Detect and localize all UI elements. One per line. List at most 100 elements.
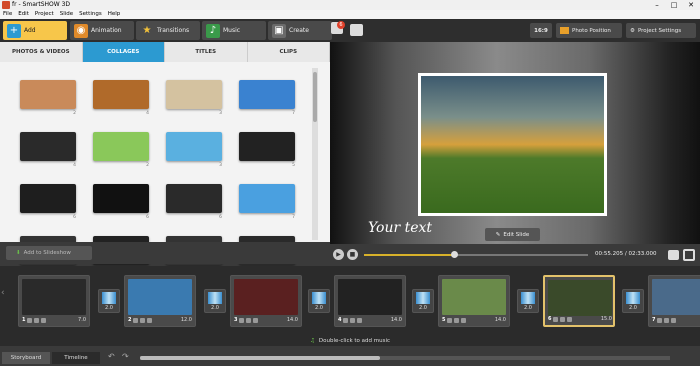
add-to-slideshow-button[interactable]: ⬇ Add to Slideshow — [6, 246, 92, 260]
sound-icon[interactable] — [357, 317, 363, 323]
slide-number: 5 — [442, 317, 446, 323]
camera-icon[interactable] — [668, 250, 679, 260]
caption-text[interactable]: Your text — [368, 220, 432, 236]
zoom-icon[interactable] — [140, 317, 146, 323]
sound-icon[interactable] — [461, 317, 467, 323]
collage-item[interactable]: 2 — [93, 132, 149, 172]
collage-item[interactable]: 6 — [20, 184, 76, 224]
collage-item[interactable]: 5 — [239, 132, 295, 172]
collage-item[interactable]: 6 — [93, 184, 149, 224]
tab-titles[interactable]: TITLES — [165, 42, 248, 62]
playback-progress[interactable] — [364, 251, 588, 258]
aspect-ratio-button[interactable]: 16:9 — [530, 23, 552, 38]
slide-thumbnail — [22, 279, 86, 315]
storyboard: ‹ › 17.0212.0314.0414.0514.0615.072.02.0… — [0, 266, 700, 335]
edit-icon[interactable] — [343, 317, 349, 323]
slide-6[interactable]: 6 15.0 — [543, 275, 615, 327]
collage-thumbnail — [93, 184, 149, 213]
transition-1[interactable]: 2.0 — [98, 289, 120, 313]
zoom-icon[interactable] — [454, 317, 460, 323]
music-track[interactable]: ♫ Double-click to add music — [0, 335, 700, 346]
tab-collages[interactable]: COLLAGES — [82, 42, 165, 62]
grid-scrollbar[interactable] — [312, 68, 318, 240]
photo-count: 7 — [292, 215, 295, 220]
app-logo-icon — [2, 1, 10, 9]
tab-timeline[interactable]: Timeline — [52, 352, 100, 364]
tab-create[interactable]: ▣ Create — [268, 21, 332, 40]
transition-2[interactable]: 2.0 — [204, 289, 226, 313]
progress-fill — [364, 254, 454, 256]
zoom-icon[interactable] — [560, 316, 566, 322]
sound-icon[interactable] — [253, 317, 259, 323]
close-icon[interactable]: ✕ — [684, 0, 698, 10]
zoom-icon[interactable] — [350, 317, 356, 323]
slide-7[interactable]: 7 — [648, 275, 700, 327]
collage-item[interactable]: 3 — [166, 132, 222, 172]
scroll-left-icon[interactable]: ‹ — [1, 288, 5, 298]
edit-icon[interactable] — [133, 317, 139, 323]
slide-controls: 3 14.0 — [234, 316, 298, 324]
tab-animation[interactable]: ◉ Animation — [70, 21, 134, 40]
edit-icon[interactable] — [447, 317, 453, 323]
slide-3[interactable]: 3 14.0 — [230, 275, 302, 327]
zoom-icon[interactable] — [664, 317, 670, 323]
menu-slide[interactable]: Slide — [60, 10, 73, 19]
gallery-icon[interactable] — [350, 24, 363, 36]
transition-3[interactable]: 2.0 — [308, 289, 330, 313]
undo-icon[interactable]: ↶ — [108, 352, 115, 361]
stop-icon[interactable]: ■ — [347, 249, 358, 260]
edit-icon[interactable] — [27, 317, 33, 323]
menu-edit[interactable]: Edit — [18, 10, 29, 19]
sound-icon[interactable] — [671, 317, 677, 323]
slide-controls: 1 7.0 — [22, 316, 86, 324]
progress-handle[interactable] — [450, 251, 458, 258]
preview-photo[interactable] — [418, 73, 607, 216]
tab-add[interactable]: + Add — [3, 21, 67, 40]
collage-item[interactable]: 2 — [20, 80, 76, 120]
redo-icon[interactable]: ↷ — [122, 352, 129, 361]
timeline-scrollbar[interactable] — [140, 356, 670, 360]
tab-music[interactable]: ♪ Music — [202, 21, 266, 40]
photo-position-button[interactable]: Photo Position — [556, 23, 622, 38]
collage-thumbnail — [166, 80, 222, 109]
collage-item[interactable]: 4 — [20, 132, 76, 172]
slide-4[interactable]: 4 14.0 — [334, 275, 406, 327]
menu-settings[interactable]: Settings — [79, 10, 102, 19]
edit-icon[interactable] — [657, 317, 663, 323]
collage-item[interactable]: 7 — [239, 184, 295, 224]
project-settings-button[interactable]: ⚙ Project Settings — [626, 23, 696, 38]
transition-6[interactable]: 2.0 — [622, 289, 644, 313]
fullscreen-icon[interactable] — [683, 249, 695, 261]
sound-icon[interactable] — [567, 316, 573, 322]
maximize-icon[interactable]: □ — [667, 0, 681, 10]
menu-file[interactable]: File — [3, 10, 12, 19]
tab-transitions[interactable]: ★ Transitions — [136, 21, 200, 40]
slide-2[interactable]: 2 12.0 — [124, 275, 196, 327]
collage-thumbnail — [93, 132, 149, 161]
play-icon[interactable]: ▶ — [333, 249, 344, 260]
scrollbar-thumb[interactable] — [313, 72, 317, 122]
slide-5[interactable]: 5 14.0 — [438, 275, 510, 327]
edit-slide-button[interactable]: ✎ Edit Slide — [485, 228, 540, 241]
menu-project[interactable]: Project — [35, 10, 54, 19]
collage-item[interactable]: 7 — [239, 80, 295, 120]
slide-1[interactable]: 1 7.0 — [18, 275, 90, 327]
transition-4[interactable]: 2.0 — [412, 289, 434, 313]
tab-photos-videos[interactable]: PHOTOS & VIDEOS — [0, 42, 83, 62]
collage-item[interactable]: 6 — [166, 184, 222, 224]
collage-item[interactable]: 4 — [93, 80, 149, 120]
zoom-icon[interactable] — [246, 317, 252, 323]
zoom-icon[interactable] — [34, 317, 40, 323]
menu-help[interactable]: Help — [108, 10, 121, 19]
timeline-scrollbar-thumb[interactable] — [140, 356, 380, 360]
slide-number: 6 — [548, 316, 552, 322]
minimize-icon[interactable]: – — [650, 0, 664, 10]
sound-icon[interactable] — [147, 317, 153, 323]
tab-storyboard[interactable]: Storyboard — [2, 352, 50, 364]
collage-item[interactable]: 3 — [166, 80, 222, 120]
sound-icon[interactable] — [41, 317, 47, 323]
edit-icon[interactable] — [553, 316, 559, 322]
transition-5[interactable]: 2.0 — [517, 289, 539, 313]
tab-clips[interactable]: CLIPS — [248, 42, 330, 62]
edit-icon[interactable] — [239, 317, 245, 323]
